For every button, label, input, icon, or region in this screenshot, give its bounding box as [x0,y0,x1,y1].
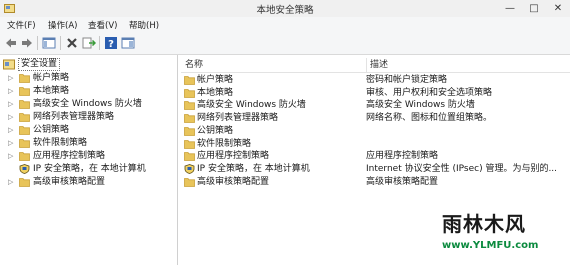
folder-icon [19,100,30,109]
expand-arrow-icon[interactable]: ▷ [8,124,16,137]
list-row-name: 帐户策略 [197,75,234,85]
list-row-description: 高级安全 Windows 防火墙 [366,100,475,111]
list-row[interactable]: 高级安全 Windows 防火墙 高级安全 Windows 防火墙 [181,99,570,111]
toolbar-separator [60,36,61,50]
expand-arrow-icon[interactable]: ▷ [8,111,16,124]
title-bar: 本地安全策略 — □ ✕ [0,0,570,18]
list-row-name: 高级审核策略配置 [197,176,270,187]
folder-icon [19,113,30,122]
tree-item-label: 软件限制策略 [33,138,88,148]
list-row-name: IP 安全策略，在 本地计算机 [197,163,310,174]
menu-action[interactable]: 操作(A) [48,19,77,31]
list-row[interactable]: 高级审核策略配置 高级审核策略配置 [181,176,570,188]
security-settings-icon [3,59,15,70]
show-hide-tree-icon[interactable] [42,36,56,50]
folder-icon [184,126,195,136]
list-row-name: 高级安全 Windows 防火墙 [197,100,306,111]
tree-item-label: 网络列表管理器策略 [33,112,115,122]
maximize-button[interactable]: □ [522,0,546,17]
expand-arrow-icon[interactable]: ▷ [8,150,16,163]
tree-item-label: 高级审核策略配置 [33,177,106,187]
watermark-url: www.YLMFU.com [442,240,539,251]
list-row[interactable]: 公钥策略 [181,125,570,137]
folder-icon [19,87,30,96]
back-arrow-icon[interactable] [4,36,18,50]
list-row-name: 应用程序控制策略 [197,151,270,162]
list-row[interactable]: 帐户策略 密码和帐户锁定策略 [181,74,570,86]
tree-root-label: 安全设置 [18,58,61,71]
svg-text:?: ? [108,39,114,50]
list-row-description: 网络名称、图标和位置组策略。 [366,113,493,124]
folder-icon [184,76,195,85]
menu-help[interactable]: 帮助(H) [129,19,159,31]
export-list-icon[interactable] [82,36,96,50]
folder-icon [19,139,30,148]
menu-view[interactable]: 查看(V) [88,19,117,31]
list-row-name: 公钥策略 [197,125,234,136]
folder-icon [184,114,195,123]
folder-icon [19,152,30,161]
watermark-title: 雨林木风 [442,212,526,236]
list-pane: 名称 描述 帐户策略 密码和帐户锁定策略 本地策略 审核、用户权利和安全选项策略 高级安… [181,55,570,265]
ipsec-icon [184,163,195,174]
tree-item-label: 应用程序控制策略 [33,151,106,161]
header-divider [181,72,570,73]
list-row-name: 本地策略 [197,87,234,98]
folder-icon [184,101,195,111]
toolbar-separator [99,36,100,50]
column-header-name[interactable]: 名称 [181,58,367,72]
toolbar-separator [37,36,38,50]
ipsec-icon [19,164,30,174]
folder-icon [184,139,195,149]
tree-item-label: 帐户策略 [33,73,70,83]
list-row-name: 软件限制策略 [197,138,252,149]
list-row-description: 应用程序控制策略 [366,151,439,162]
list-row-description: 密码和帐户锁定策略 [366,75,448,85]
folder-icon [19,178,30,187]
menu-bar: 文件(F) 操作(A) 查看(V) 帮助(H) [0,17,570,32]
column-header-description[interactable]: 描述 [366,58,570,72]
folder-icon [184,152,195,162]
folder-icon [184,177,195,187]
watermark-logo: 雨林木风 www.YLMFU.com [440,206,566,262]
minimize-button[interactable]: — [498,0,522,17]
list-row-description: 高级审核策略配置 [366,176,439,187]
list-row[interactable]: 应用程序控制策略 应用程序控制策略 [181,150,570,162]
folder-icon [19,74,30,83]
list-row[interactable]: 软件限制策略 [181,138,570,150]
properties-icon[interactable] [121,36,135,50]
expand-arrow-icon[interactable]: ▷ [8,176,16,189]
list-row[interactable]: 本地策略 审核、用户权利和安全选项策略 [181,87,570,99]
help-icon[interactable]: ? [104,36,118,50]
list-row-description: Internet 协议安全性 (IPsec) 管理。为与别的... [366,163,558,174]
tree-item-label: 公钥策略 [33,125,70,135]
expand-arrow-icon[interactable]: ▷ [8,85,16,98]
forward-arrow-icon[interactable] [20,36,34,50]
menu-file[interactable]: 文件(F) [7,19,36,31]
list-row-description: 审核、用户权利和安全选项策略 [366,87,493,98]
expand-arrow-icon[interactable]: ▷ [8,98,16,111]
toolbar: ? [0,32,570,55]
expand-arrow-icon[interactable]: ▷ [8,72,16,85]
list-row-name: 网络列表管理器策略 [197,113,279,124]
tree-item-label: 高级安全 Windows 防火墙 [33,99,142,109]
list-row[interactable]: 网络列表管理器策略 网络名称、图标和位置组策略。 [181,112,570,124]
folder-icon [184,88,195,98]
delete-icon[interactable] [65,36,79,50]
tree-item-label: IP 安全策略，在 本地计算机 [33,164,146,174]
expand-arrow-icon[interactable]: ▷ [8,137,16,150]
close-button[interactable]: ✕ [546,0,570,17]
tree-pane: 安全设置 ▷ 帐户策略 ▷ 本地策略 ▷ 高级安全 Windows 防火墙 ▷ 网络列表管理器… [0,55,178,265]
tree-item-label: 本地策略 [33,86,70,96]
list-row[interactable]: IP 安全策略，在 本地计算机 Internet 协议安全性 (IPsec) 管理… [181,163,570,175]
window-title: 本地安全策略 [256,5,314,16]
folder-icon [19,126,30,135]
